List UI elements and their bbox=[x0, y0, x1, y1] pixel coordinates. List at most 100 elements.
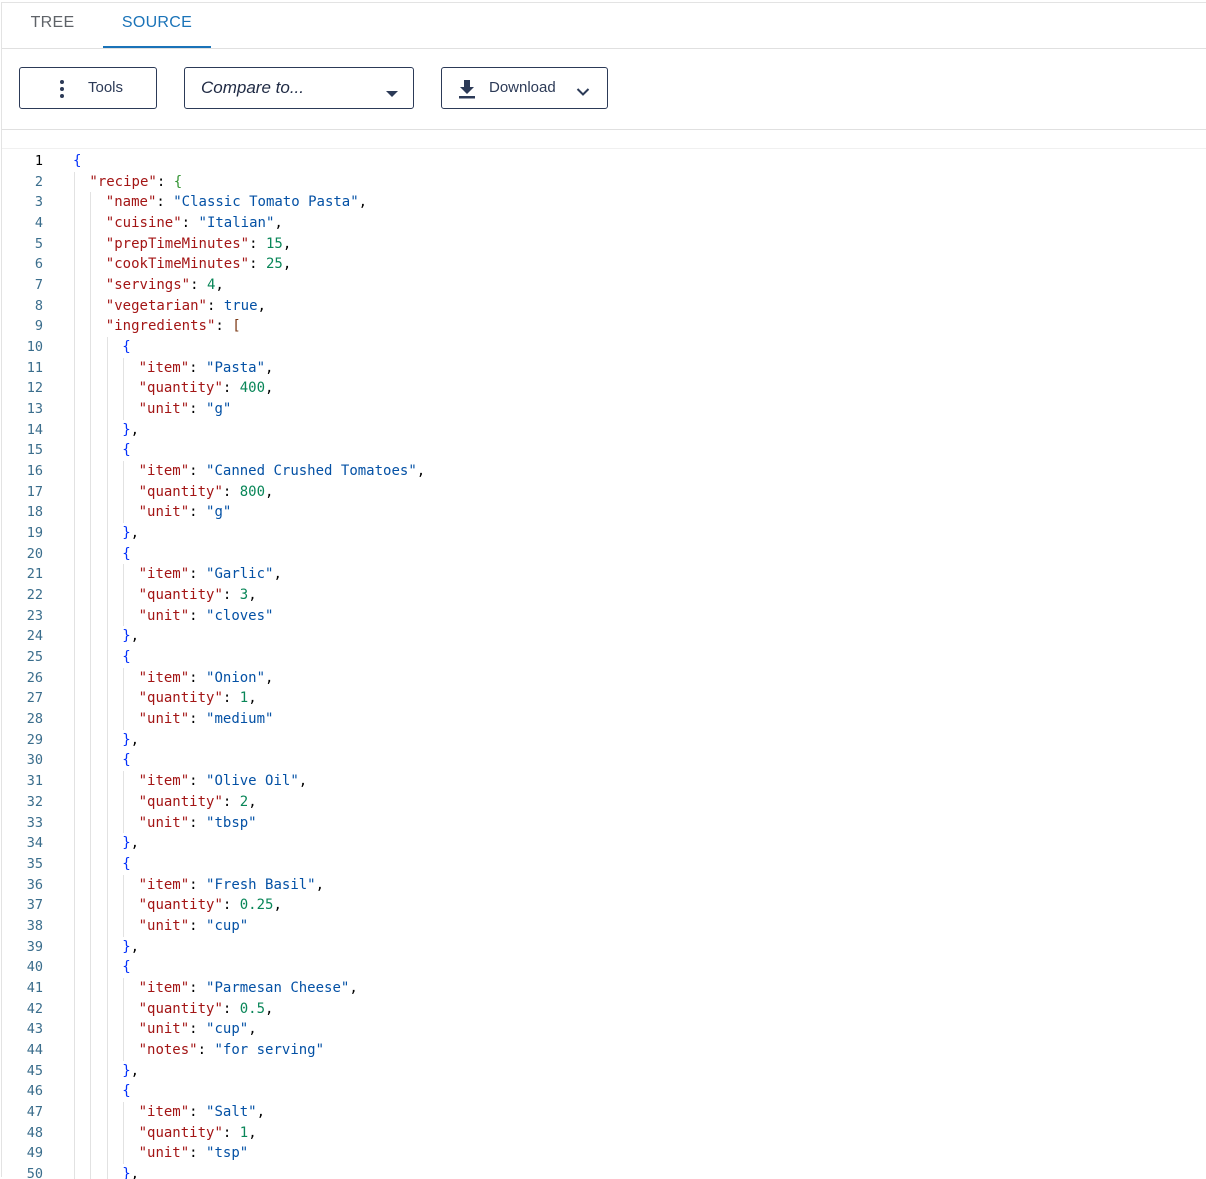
code-line: 32 "quantity": 2, bbox=[2, 791, 1206, 813]
indent-guide bbox=[106, 523, 108, 544]
indent-guide bbox=[74, 915, 75, 937]
line-number: 48 bbox=[26, 1124, 43, 1141]
code-line: 1{ bbox=[2, 151, 1206, 172]
code-token: : bbox=[190, 277, 207, 294]
indent-guide bbox=[106, 750, 108, 772]
code-text: }, bbox=[122, 626, 139, 647]
code-text: "prepTimeMinutes": 15, bbox=[106, 234, 291, 255]
indent-guide bbox=[123, 895, 125, 916]
indent-guide bbox=[74, 171, 75, 193]
code-text: "item": "Pasta", bbox=[139, 358, 274, 379]
code-line: 8 "vegetarian": true, bbox=[2, 295, 1206, 317]
compare-dropdown[interactable]: Compare to... bbox=[184, 67, 414, 109]
indent-guide bbox=[90, 481, 92, 503]
line-number: 24 bbox=[26, 628, 43, 645]
code-token: "notes" bbox=[138, 1041, 198, 1058]
code-token: 3 bbox=[239, 587, 249, 604]
indent-guide bbox=[123, 771, 125, 792]
indent-guide bbox=[106, 1101, 108, 1123]
code-token: : bbox=[189, 1103, 207, 1120]
code-text: "unit": "cup", bbox=[139, 1019, 257, 1040]
code-text: { bbox=[73, 151, 81, 172]
line-number: 3 bbox=[34, 194, 43, 211]
code-token: , bbox=[315, 876, 325, 893]
indent-guide bbox=[74, 419, 75, 441]
indent-guide bbox=[106, 874, 108, 896]
line-number: 46 bbox=[26, 1083, 43, 1100]
indent-guide bbox=[74, 295, 75, 317]
code-token: "prepTimeMinutes" bbox=[105, 235, 250, 252]
line-number: 13 bbox=[26, 401, 43, 418]
code-token: , bbox=[265, 380, 274, 397]
indent-guide bbox=[90, 750, 92, 772]
code-line: 14}, bbox=[2, 419, 1206, 441]
code-text: { bbox=[122, 854, 130, 875]
code-token: : bbox=[189, 669, 207, 686]
code-line: 23 "unit": "cloves" bbox=[2, 605, 1206, 627]
code-line: 37 "quantity": 0.25, bbox=[2, 895, 1206, 916]
code-token: : bbox=[249, 256, 266, 273]
code-token: "Parmesan Cheese" bbox=[206, 979, 350, 996]
tools-button[interactable]: Tools bbox=[19, 67, 157, 109]
line-number: 17 bbox=[26, 483, 43, 500]
code-text: "unit": "tbsp" bbox=[139, 813, 257, 834]
code-token: { bbox=[173, 173, 183, 190]
code-text: { bbox=[122, 957, 130, 978]
indent-guide bbox=[123, 1101, 125, 1123]
code-text: "quantity": 3, bbox=[139, 585, 257, 606]
code-token: , bbox=[130, 835, 140, 852]
indent-guide bbox=[74, 254, 75, 276]
indent-guide bbox=[90, 192, 92, 214]
indent-guide bbox=[123, 688, 125, 710]
code-token: "Onion" bbox=[206, 669, 266, 686]
code-line: 31 "item": "Olive Oil", bbox=[2, 771, 1206, 792]
line-number: 4 bbox=[34, 215, 43, 232]
line-number: 27 bbox=[26, 690, 43, 707]
indent-guide bbox=[90, 998, 92, 1020]
code-token: : bbox=[189, 773, 207, 790]
code-text: "quantity": 400, bbox=[139, 378, 274, 399]
indent-guide bbox=[90, 1081, 92, 1102]
code-token: } bbox=[122, 1062, 131, 1079]
indent-guide bbox=[106, 791, 108, 813]
indent-guide bbox=[106, 564, 108, 586]
line-number: 5 bbox=[34, 235, 43, 252]
code-token: } bbox=[122, 1165, 131, 1179]
indent-guide bbox=[90, 1101, 92, 1123]
line-number: 36 bbox=[26, 876, 43, 893]
line-number: 26 bbox=[26, 669, 43, 686]
line-number: 18 bbox=[26, 504, 43, 521]
indent-guide bbox=[90, 1039, 92, 1061]
indent-guide bbox=[106, 833, 108, 854]
indent-guide bbox=[123, 977, 125, 999]
code-token: "quantity" bbox=[138, 1000, 223, 1017]
line-number: 10 bbox=[26, 339, 43, 356]
code-token: , bbox=[248, 587, 257, 604]
code-token: { bbox=[122, 1083, 131, 1100]
code-token: , bbox=[265, 669, 274, 686]
indent-guide bbox=[106, 502, 108, 524]
code-text: { bbox=[122, 337, 130, 358]
indent-guide bbox=[106, 853, 108, 875]
indent-guide bbox=[106, 1019, 108, 1040]
code-text: "item": "Canned Crushed Tomatoes", bbox=[139, 461, 426, 482]
line-number: 1 bbox=[34, 153, 43, 169]
download-button[interactable]: Download bbox=[441, 67, 608, 109]
code-token: , bbox=[282, 235, 292, 252]
code-token: : bbox=[222, 483, 240, 500]
indent-guide bbox=[90, 337, 92, 358]
line-number: 25 bbox=[26, 649, 43, 666]
line-number: 40 bbox=[26, 959, 43, 976]
code-token: : bbox=[189, 979, 207, 996]
code-token: , bbox=[248, 690, 257, 707]
code-line: 16 "item": "Canned Crushed Tomatoes", bbox=[2, 461, 1206, 482]
code-token: "unit" bbox=[138, 607, 190, 624]
code-editor[interactable]: 1{2 "recipe": {3 "name": "Classic Tomato P… bbox=[2, 148, 1206, 1179]
code-line: 25 { bbox=[2, 647, 1206, 668]
code-token: } bbox=[122, 835, 131, 852]
tab-tree[interactable]: TREE bbox=[2, 3, 103, 47]
indent-guide bbox=[123, 357, 125, 379]
line-number: 31 bbox=[26, 773, 43, 790]
code-text: "quantity": 1, bbox=[139, 1123, 257, 1144]
tab-source[interactable]: SOURCE bbox=[103, 3, 211, 48]
